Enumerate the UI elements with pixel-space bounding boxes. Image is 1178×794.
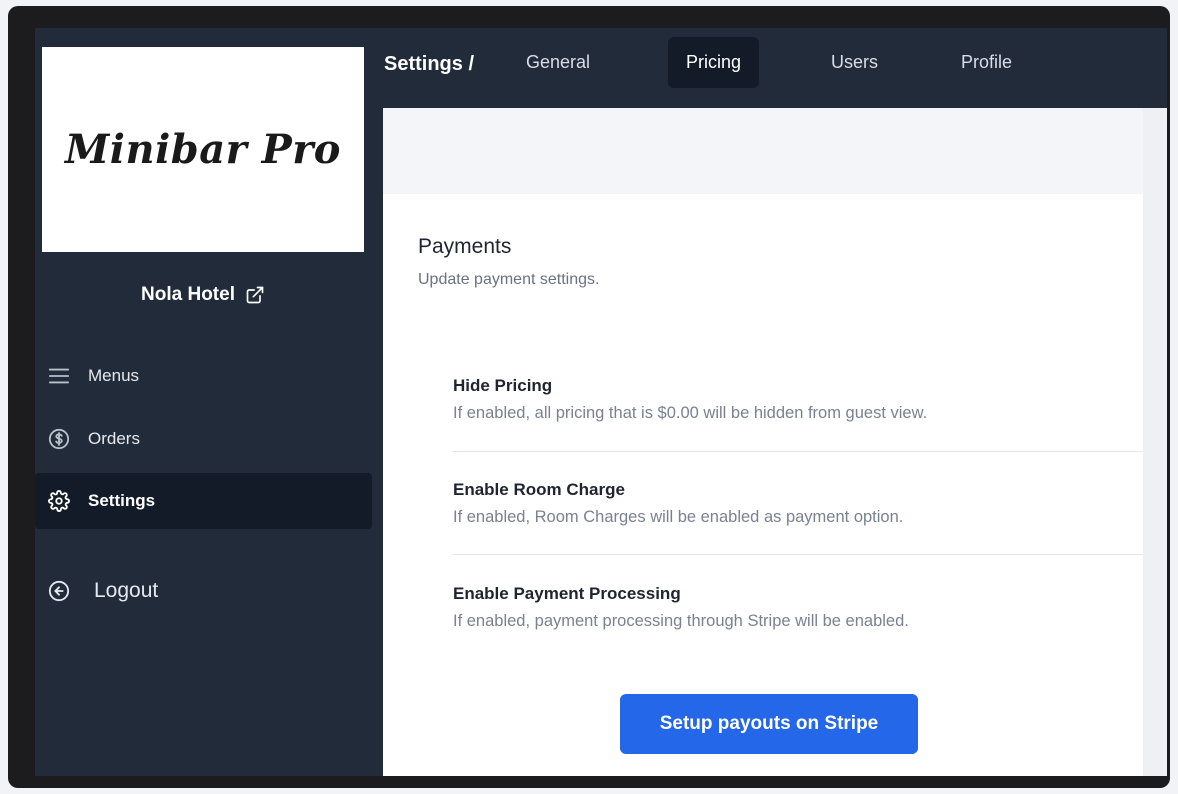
logo: Minibar Pro xyxy=(42,47,364,252)
sidebar-item-label: Settings xyxy=(88,491,156,510)
sidebar-item-label: Logout xyxy=(94,579,159,602)
setting-title: Hide Pricing xyxy=(453,376,553,395)
app: Minibar Pro Nola Hotel Menus Orders Sett… xyxy=(35,28,1167,776)
tab-label: Profile xyxy=(961,52,1013,72)
tab-pricing[interactable]: Pricing xyxy=(668,37,760,88)
divider xyxy=(453,451,1143,452)
tab-label: Pricing xyxy=(686,52,742,72)
window-frame: Minibar Pro Nola Hotel Menus Orders Sett… xyxy=(8,6,1170,788)
setting-description: If enabled, all pricing that is $0.00 wi… xyxy=(453,404,928,422)
tab-label: Users xyxy=(831,52,879,72)
logo-text: Minibar Pro xyxy=(65,126,341,173)
section-title: Payments xyxy=(418,235,512,258)
tab-profile[interactable]: Profile xyxy=(943,37,1030,88)
setting-title: Enable Room Charge xyxy=(453,480,625,499)
sidebar-item-label: Orders xyxy=(88,429,140,448)
arrow-left-circle-icon xyxy=(48,580,70,602)
hotel-name: Nola Hotel xyxy=(141,284,235,305)
dollar-circle-icon xyxy=(48,428,70,450)
content-header-strip xyxy=(383,108,1143,194)
sidebar-item-logout[interactable]: Logout xyxy=(35,563,372,619)
setup-stripe-payouts-button[interactable]: Setup payouts on Stripe xyxy=(620,694,918,754)
sidebar-item-label: Menus xyxy=(88,366,140,385)
main-content: Payments Update payment settings. Hide P… xyxy=(383,108,1167,776)
content-right-gutter xyxy=(1143,108,1167,776)
tab-label: General xyxy=(526,52,591,72)
setting-title: Enable Payment Processing xyxy=(453,584,681,603)
gear-icon xyxy=(48,490,70,512)
setting-description: If enabled, Room Charges will be enabled… xyxy=(453,508,904,526)
menu-icon xyxy=(48,365,70,387)
setting-description: If enabled, payment processing through S… xyxy=(453,612,909,630)
external-link-icon xyxy=(246,286,264,304)
setting-enable-room-charge[interactable]: Enable Room Charge If enabled, Room Char… xyxy=(453,480,1143,527)
sidebar-item-menus[interactable]: Menus xyxy=(35,348,372,404)
setting-enable-payment-processing[interactable]: Enable Payment Processing If enabled, pa… xyxy=(453,584,1143,631)
section-subtitle: Update payment settings. xyxy=(418,271,600,288)
hotel-link[interactable]: Nola Hotel xyxy=(35,284,371,306)
tab-users[interactable]: Users xyxy=(813,37,896,88)
breadcrumb: Settings / xyxy=(384,53,475,75)
setting-hide-pricing[interactable]: Hide Pricing If enabled, all pricing tha… xyxy=(453,376,1143,423)
sidebar-item-settings[interactable]: Settings xyxy=(35,473,372,529)
sidebar-item-orders[interactable]: Orders xyxy=(35,411,372,467)
top-bar: Settings / General Pricing Users Profile xyxy=(371,28,1167,106)
divider xyxy=(453,554,1143,555)
tab-general[interactable]: General xyxy=(508,37,608,88)
